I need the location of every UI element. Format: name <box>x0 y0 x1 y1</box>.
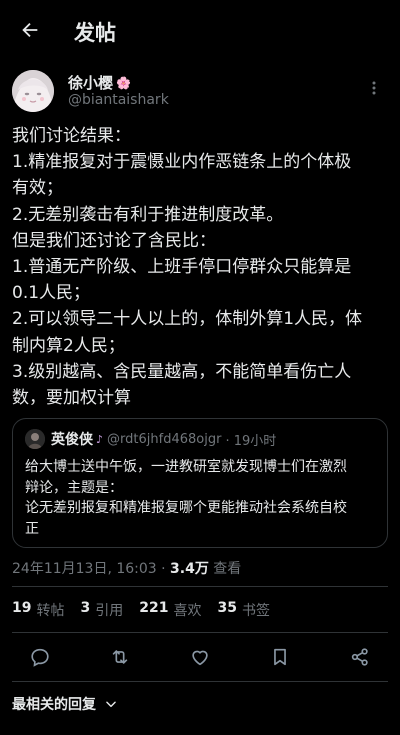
flower-emoji-icon: 🌸 <box>116 75 131 90</box>
post-line: 0.1人民； <box>12 283 91 304</box>
quoted-avatar <box>25 429 45 449</box>
likes-stat[interactable]: 221 喜欢 <box>139 600 201 620</box>
views-label: 查看 <box>208 561 242 577</box>
quoted-post-header: 英俊侠 ♪ @rdt6jhfd468ojgr · 19小时 <box>25 429 276 449</box>
divider <box>12 681 388 682</box>
bookmark-icon <box>274 648 286 666</box>
page-title: 发帖 <box>74 21 116 45</box>
post-line: 数，要加权计算 <box>12 388 131 409</box>
share-button[interactable] <box>347 644 373 670</box>
post-line: 我们讨论结果： <box>12 126 131 146</box>
bookmark-button[interactable] <box>267 644 293 670</box>
action-bar <box>0 644 400 670</box>
post-line: 有效； <box>12 178 63 199</box>
reply-icon <box>31 648 49 667</box>
post-line: 3.级别越高、含民量越高，不能简单看伤亡人 <box>12 361 352 382</box>
top-bar: 发帖 <box>0 0 400 60</box>
divider <box>12 586 388 587</box>
quoted-post-time: · 19小时 <box>225 433 277 449</box>
post-datetime: 24年11月13日, 16:03 · <box>12 561 171 577</box>
author-handle[interactable]: @biantaishark <box>68 92 169 108</box>
quotes-stat[interactable]: 3 引用 <box>80 600 123 620</box>
avatar[interactable] <box>12 70 54 112</box>
reposts-stat[interactable]: 19 转帖 <box>12 600 64 620</box>
quoted-author-name: 英俊侠 <box>51 432 93 448</box>
quoted-line: 正 <box>25 520 39 537</box>
repost-icon <box>112 650 128 664</box>
view-count: 3.4万 <box>170 561 209 577</box>
arrow-left-icon <box>22 22 38 38</box>
author-name[interactable]: 徐小樱 🌸 <box>68 72 131 93</box>
heart-icon <box>192 650 208 666</box>
reply-sort-label: 最相关的回复 <box>12 697 96 713</box>
post-line: 但是我们还讨论了含民比： <box>12 230 216 251</box>
quoted-post[interactable]: 英俊侠 ♪ @rdt6jhfd468ojgr · 19小时 给大博士送中午饭，一… <box>12 418 388 548</box>
post-line: 1.普通无产阶级、上班手停口停群众只能算是 <box>12 257 352 278</box>
reply-sort-dropdown[interactable]: 最相关的回复 <box>12 694 118 714</box>
repost-button[interactable] <box>107 644 133 670</box>
bookmarks-stat[interactable]: 35 书签 <box>217 600 269 620</box>
more-options-button[interactable] <box>364 78 384 98</box>
chevron-down-icon <box>106 701 116 708</box>
engagement-stats: 19 转帖 3 引用 221 喜欢 35 书签 <box>12 600 286 620</box>
back-button[interactable] <box>18 18 42 42</box>
author-name-text: 徐小樱 <box>68 74 114 92</box>
post-line: 2.无差别袭击有利于推进制度改革。 <box>12 204 284 225</box>
quoted-author-handle: @rdt6jhfd468ojgr <box>107 431 222 447</box>
divider <box>12 632 388 633</box>
quoted-line: 给大博士送中午饭，一进教研室就发现博士们在激烈 <box>25 459 347 475</box>
quoted-post-body: 给大博士送中午饭，一进教研室就发现博士们在激烈 辩论，主题是： 论无差别报复和精… <box>25 457 377 539</box>
more-vertical-icon <box>372 81 376 95</box>
quoted-line: 论无差别报复和精准报复哪个更能推动社会系统自校 <box>25 500 347 516</box>
post-body: 我们讨论结果： 1.精准报复对于震慑业内作恶链条上的个体极 有效； 2.无差别袭… <box>12 123 390 411</box>
post-line: 制内算2人民； <box>12 335 125 356</box>
post-line: 2.可以领导二十人以上的，体制外算1人民，体 <box>12 309 363 330</box>
violin-emoji-icon: ♪ <box>96 432 104 446</box>
post-meta: 24年11月13日, 16:03 · 3.4万 查看 <box>12 558 241 578</box>
post-line: 1.精准报复对于震慑业内作恶链条上的个体极 <box>12 152 352 173</box>
quoted-line: 辩论，主题是： <box>25 479 123 496</box>
post-author: 徐小樱 🌸 @biantaishark <box>12 70 388 116</box>
share-icon <box>351 648 368 666</box>
reply-button[interactable] <box>27 644 53 670</box>
like-button[interactable] <box>187 644 213 670</box>
